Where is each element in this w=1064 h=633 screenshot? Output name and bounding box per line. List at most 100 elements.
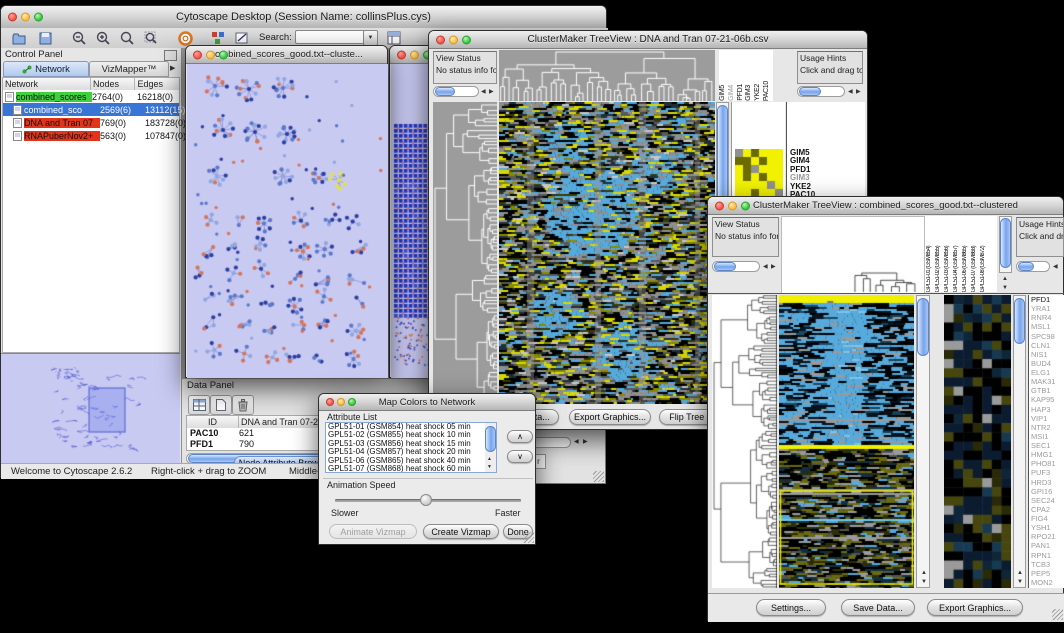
tv2-column-dendrogram[interactable] [781,216,925,294]
scroll-down-icon[interactable]: ▼ [487,465,492,470]
tv2-gene[interactable]: YSH1 [1031,523,1064,532]
resize-grip-icon[interactable] [523,532,534,543]
tv2-gene[interactable]: HRD3 [1031,478,1064,487]
help-lifering-icon[interactable] [177,30,194,46]
float-panel-icon[interactable] [164,50,177,61]
minimize-icon[interactable] [728,201,737,210]
close-icon[interactable] [436,35,445,44]
tv2-gene[interactable]: RPN1 [1031,551,1064,560]
scroll-left-icon[interactable]: ◀ [848,89,853,95]
scroll-down-icon[interactable]: ▼ [1017,579,1023,585]
main-titlebar[interactable]: Cytoscape Desktop (Session Name: collins… [1,6,606,29]
tv2-gene[interactable]: NTR2 [1031,423,1064,432]
annotation-icon[interactable] [233,30,250,46]
animate-vizmap-button[interactable]: Animate Vizmap [329,524,417,539]
tv2-status-hscrollbar[interactable] [712,261,760,272]
scroll-up-icon[interactable]: ▲ [1002,276,1008,282]
scroll-right-icon[interactable]: ▶ [489,89,494,95]
tv2-gene[interactable]: CPA2 [1031,505,1064,514]
zoom-window-icon[interactable] [462,35,471,44]
dialog-titlebar[interactable]: Map Colors to Network [319,394,535,411]
tv2-gene[interactable]: RPO21 [1031,532,1064,541]
search-dropdown-icon[interactable]: ▼ [363,30,378,46]
network-graph-canvas[interactable] [187,64,388,378]
window-controls[interactable] [8,13,43,22]
scroll-left-icon[interactable]: ◀ [763,264,768,270]
tv1-export-graphics-button[interactable]: Export Graphics... [569,409,651,425]
tab-vizmapper[interactable]: VizMapper™ [89,61,169,77]
tv1-hints-hscrollbar[interactable] [797,86,845,97]
open-session-icon[interactable] [11,30,28,46]
scroll-up-icon[interactable]: ▲ [921,570,927,576]
scroll-left-icon[interactable]: ◀ [574,439,579,445]
attribute-list-item[interactable]: GPL51-07 (GSM868) heat shock 60 min [326,465,496,473]
tv2-gene[interactable]: HAP3 [1031,405,1064,414]
treeview1-titlebar[interactable]: ClusterMaker TreeView : DNA and Tran 07-… [429,31,867,49]
close-icon[interactable] [193,50,202,59]
tv1-row-dendrogram[interactable] [433,102,497,404]
speed-slider-thumb[interactable] [420,494,432,506]
tv2-gene[interactable]: MSL1 [1031,322,1064,331]
tv2-gene[interactable]: SEC24 [1031,496,1064,505]
tv2-gene[interactable]: PEP5 [1031,569,1064,578]
fragment-hscrollbar[interactable] [531,437,571,448]
tv2-gene[interactable]: GPI16 [1031,487,1064,496]
tv2-gene[interactable]: PHO81 [1031,459,1064,468]
close-icon[interactable] [715,201,724,210]
tv2-column-label[interactable]: GPL51-07 (GSM868) [970,246,979,293]
tv2-export-graphics-button[interactable]: Export Graphics... [927,599,1023,616]
scroll-left-icon[interactable]: ◀ [481,89,486,95]
close-icon[interactable] [326,398,334,406]
tv2-zoom-vscrollbar[interactable]: ▲ ▼ [1013,295,1026,588]
scroll-left-icon[interactable]: ◀ [1053,264,1058,270]
close-icon[interactable] [397,50,406,59]
tv2-hints-hscrollbar[interactable] [1016,261,1050,272]
network-overview[interactable] [1,353,180,464]
scroll-down-icon[interactable]: ▼ [1002,285,1008,291]
tv2-gene[interactable]: SEC1 [1031,441,1064,450]
create-vizmap-button[interactable]: Create Vizmap [423,524,499,539]
tv2-column-label[interactable]: GPL51-06 (GSM865) [961,246,970,293]
search-input[interactable] [295,30,365,44]
tv1-column-label[interactable]: PAC10 [763,81,772,101]
tv1-status-hscrollbar[interactable] [433,86,479,97]
tv2-gene[interactable]: MON2 [1031,578,1064,587]
tv1-column-label[interactable]: YKE2 [754,84,763,101]
delete-attribute-icon[interactable] [232,395,254,415]
tv2-labels-vscrollbar[interactable] [999,216,1012,273]
tv2-save-data-button[interactable]: Save Data... [841,599,915,616]
attribute-list-vscrollbar[interactable]: ▲ ▼ [485,423,496,472]
attribute-browser-icon[interactable] [385,30,402,46]
new-attribute-icon[interactable] [210,395,232,415]
tv2-column-label[interactable]: GPL51-02 (GSM855) [934,246,943,293]
zoom-window-icon[interactable] [34,13,43,22]
tv2-gene[interactable]: HMG1 [1031,450,1064,459]
zoom-window-icon[interactable] [348,398,356,406]
zoom-selected-icon[interactable] [143,30,160,46]
tv2-gene[interactable]: RNR4 [1031,313,1064,322]
scroll-right-icon[interactable]: ▶ [771,264,776,270]
network-row[interactable]: DNA and Tran 07 769(0) 183728(0) [3,116,179,129]
id-column-header[interactable]: ID [187,416,239,428]
tv1-column-label[interactable]: GIM3 [745,85,754,101]
netwin1-titlebar[interactable]: combined_scores_good.txt--cluste... [186,46,387,64]
tv2-gene[interactable]: PAN1 [1031,541,1064,550]
col-nodes[interactable]: Nodes [91,78,136,90]
col-network[interactable]: Network [3,78,91,90]
network-row[interactable]: combined_scores 2764(0) 16218(0) [3,90,179,103]
select-attributes-icon[interactable] [188,395,210,415]
tv2-gene[interactable]: MAK31 [1031,377,1064,386]
tv2-zoom-heatmap[interactable] [944,295,1011,588]
tab-network[interactable]: Network [3,61,89,77]
zoom-window-icon[interactable] [741,201,750,210]
scroll-up-icon[interactable]: ▲ [1017,570,1023,576]
network-row[interactable]: RNAPuberNov2+ 563(0) 107847(0) [3,129,179,142]
tv2-gene[interactable]: FIG4 [1031,514,1064,523]
zoom-out-icon[interactable] [71,30,88,46]
tv1-column-label[interactable]: PFD1 [737,84,746,101]
tv2-gene[interactable]: GTB1 [1031,386,1064,395]
tv1-zoom-matrix[interactable] [735,149,783,197]
tab-overflow-icon[interactable]: ▶ [170,64,175,72]
tv2-gene[interactable]: TCB3 [1031,560,1064,569]
network-row[interactable]: combined_sco 2569(6) 13112(15) [3,103,179,116]
